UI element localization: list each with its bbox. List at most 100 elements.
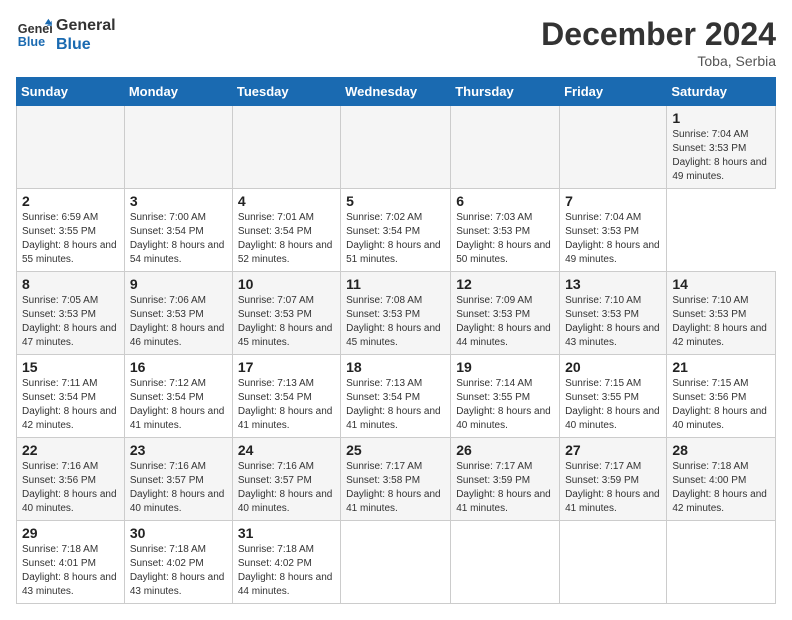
logo-icon: General Blue: [16, 17, 52, 53]
table-row: 6Sunrise: 7:03 AMSunset: 3:53 PMDaylight…: [451, 189, 560, 272]
table-row: 1Sunrise: 7:04 AMSunset: 3:53 PMDaylight…: [667, 106, 776, 189]
table-row: 8 Sunrise: 7:05 AMSunset: 3:53 PMDaylight…: [17, 272, 125, 355]
table-row: 7 Sunrise: 7:04 AMSunset: 3:53 PMDaylight…: [560, 189, 667, 272]
day-info: Sunrise: 7:17 AMSunset: 3:58 PMDaylight:…: [346, 460, 445, 516]
header-row: Sunday Monday Tuesday Wednesday Thursday…: [17, 78, 776, 106]
day-number: 3: [130, 193, 227, 209]
table-row: [667, 521, 776, 604]
calendar-row: 1Sunrise: 7:04 AMSunset: 3:53 PMDaylight…: [17, 106, 776, 189]
day-info: Sunrise: 7:15 AMSunset: 3:56 PMDaylight:…: [672, 377, 770, 433]
table-row: [124, 106, 232, 189]
col-wednesday: Wednesday: [341, 78, 451, 106]
calendar-row: 8 Sunrise: 7:05 AMSunset: 3:53 PMDaylight…: [17, 272, 776, 355]
day-number: 4: [238, 193, 335, 209]
table-row: 2 Sunrise: 6:59 AMSunset: 3:55 PMDaylight…: [17, 189, 125, 272]
table-row: 29Sunrise: 7:18 AMSunset: 4:01 PMDayligh…: [17, 521, 125, 604]
table-row: 30Sunrise: 7:18 AMSunset: 4:02 PMDayligh…: [124, 521, 232, 604]
day-info: Sunrise: 7:17 AMSunset: 3:59 PMDaylight:…: [456, 460, 554, 516]
logo: General Blue General Blue: [16, 16, 116, 54]
day-info: Sunrise: 7:09 AMSunset: 3:53 PMDaylight:…: [456, 294, 554, 350]
table-row: 18Sunrise: 7:13 AMSunset: 3:54 PMDayligh…: [341, 355, 451, 438]
table-row: 27 Sunrise: 7:17 AMSunset: 3:59 PMDayligh…: [560, 438, 667, 521]
day-number: 9: [130, 276, 227, 292]
day-info: Sunrise: 7:15 AMSunset: 3:55 PMDaylight:…: [565, 377, 661, 433]
day-info: Sunrise: 7:07 AMSunset: 3:53 PMDaylight:…: [238, 294, 335, 350]
day-info: Sunrise: 7:08 AMSunset: 3:53 PMDaylight:…: [346, 294, 445, 350]
table-row: [451, 106, 560, 189]
table-row: [17, 106, 125, 189]
header: General Blue General Blue December 2024 …: [16, 16, 776, 69]
table-row: 16Sunrise: 7:12 AMSunset: 3:54 PMDayligh…: [124, 355, 232, 438]
day-number: 8: [22, 276, 119, 292]
day-number: 27: [565, 442, 661, 458]
table-row: 13 Sunrise: 7:10 AMSunset: 3:53 PMDayligh…: [560, 272, 667, 355]
logo-blue: Blue: [56, 35, 116, 54]
calendar-table: Sunday Monday Tuesday Wednesday Thursday…: [16, 77, 776, 604]
day-number: 30: [130, 525, 227, 541]
day-number: 2: [22, 193, 119, 209]
month-title: December 2024: [541, 16, 776, 53]
day-info: Sunrise: 7:00 AMSunset: 3:54 PMDaylight:…: [130, 211, 227, 267]
day-number: 17: [238, 359, 335, 375]
day-info: Sunrise: 7:16 AMSunset: 3:56 PMDaylight:…: [22, 460, 119, 516]
day-info: Sunrise: 6:59 AMSunset: 3:55 PMDaylight:…: [22, 211, 119, 267]
table-row: 20 Sunrise: 7:15 AMSunset: 3:55 PMDayligh…: [560, 355, 667, 438]
table-row: [451, 521, 560, 604]
day-number: 11: [346, 276, 445, 292]
day-number: 25: [346, 442, 445, 458]
day-info: Sunrise: 7:01 AMSunset: 3:54 PMDaylight:…: [238, 211, 335, 267]
day-number: 7: [565, 193, 661, 209]
day-info: Sunrise: 7:14 AMSunset: 3:55 PMDaylight:…: [456, 377, 554, 433]
table-row: 10 Sunrise: 7:07 AMSunset: 3:53 PMDayligh…: [232, 272, 340, 355]
day-number: 6: [456, 193, 554, 209]
col-tuesday: Tuesday: [232, 78, 340, 106]
location: Toba, Serbia: [541, 53, 776, 69]
day-number: 10: [238, 276, 335, 292]
day-number: 13: [565, 276, 661, 292]
day-info: Sunrise: 7:02 AMSunset: 3:54 PMDaylight:…: [346, 211, 445, 267]
calendar-row: 2 Sunrise: 6:59 AMSunset: 3:55 PMDaylight…: [17, 189, 776, 272]
day-number: 24: [238, 442, 335, 458]
table-row: 12 Sunrise: 7:09 AMSunset: 3:53 PMDayligh…: [451, 272, 560, 355]
table-row: 22 Sunrise: 7:16 AMSunset: 3:56 PMDayligh…: [17, 438, 125, 521]
col-saturday: Saturday: [667, 78, 776, 106]
table-row: 3 Sunrise: 7:00 AMSunset: 3:54 PMDaylight…: [124, 189, 232, 272]
day-info: Sunrise: 7:13 AMSunset: 3:54 PMDaylight:…: [238, 377, 335, 433]
table-row: [560, 521, 667, 604]
day-info: Sunrise: 7:04 AMSunset: 3:53 PMDaylight:…: [565, 211, 661, 267]
day-info: Sunrise: 7:05 AMSunset: 3:53 PMDaylight:…: [22, 294, 119, 350]
day-info: Sunrise: 7:10 AMSunset: 3:53 PMDaylight:…: [565, 294, 661, 350]
table-row: 23Sunrise: 7:16 AMSunset: 3:57 PMDayligh…: [124, 438, 232, 521]
day-info: Sunrise: 7:06 AMSunset: 3:53 PMDaylight:…: [130, 294, 227, 350]
title-area: December 2024 Toba, Serbia: [541, 16, 776, 69]
day-number: 28: [672, 442, 770, 458]
day-number: 26: [456, 442, 554, 458]
day-number: 22: [22, 442, 119, 458]
table-row: 9 Sunrise: 7:06 AMSunset: 3:53 PMDaylight…: [124, 272, 232, 355]
table-row: 15 Sunrise: 7:11 AMSunset: 3:54 PMDayligh…: [17, 355, 125, 438]
table-row: 26 Sunrise: 7:17 AMSunset: 3:59 PMDayligh…: [451, 438, 560, 521]
col-thursday: Thursday: [451, 78, 560, 106]
day-info: Sunrise: 7:18 AMSunset: 4:01 PMDaylight:…: [22, 543, 119, 599]
day-info: Sunrise: 7:11 AMSunset: 3:54 PMDaylight:…: [22, 377, 119, 433]
day-number: 20: [565, 359, 661, 375]
day-number: 31: [238, 525, 335, 541]
day-number: 19: [456, 359, 554, 375]
table-row: 25 Sunrise: 7:17 AMSunset: 3:58 PMDayligh…: [341, 438, 451, 521]
table-row: 19 Sunrise: 7:14 AMSunset: 3:55 PMDayligh…: [451, 355, 560, 438]
table-row: [341, 521, 451, 604]
day-info: Sunrise: 7:16 AMSunset: 3:57 PMDaylight:…: [130, 460, 227, 516]
svg-text:Blue: Blue: [18, 35, 45, 49]
table-row: 28Sunrise: 7:18 AMSunset: 4:00 PMDayligh…: [667, 438, 776, 521]
day-number: 12: [456, 276, 554, 292]
day-number: 21: [672, 359, 770, 375]
col-monday: Monday: [124, 78, 232, 106]
day-info: Sunrise: 7:16 AMSunset: 3:57 PMDaylight:…: [238, 460, 335, 516]
day-number: 15: [22, 359, 119, 375]
logo-general: General: [56, 16, 116, 35]
table-row: 11 Sunrise: 7:08 AMSunset: 3:53 PMDayligh…: [341, 272, 451, 355]
col-friday: Friday: [560, 78, 667, 106]
calendar-row: 29Sunrise: 7:18 AMSunset: 4:01 PMDayligh…: [17, 521, 776, 604]
table-row: [560, 106, 667, 189]
day-info: Sunrise: 7:17 AMSunset: 3:59 PMDaylight:…: [565, 460, 661, 516]
